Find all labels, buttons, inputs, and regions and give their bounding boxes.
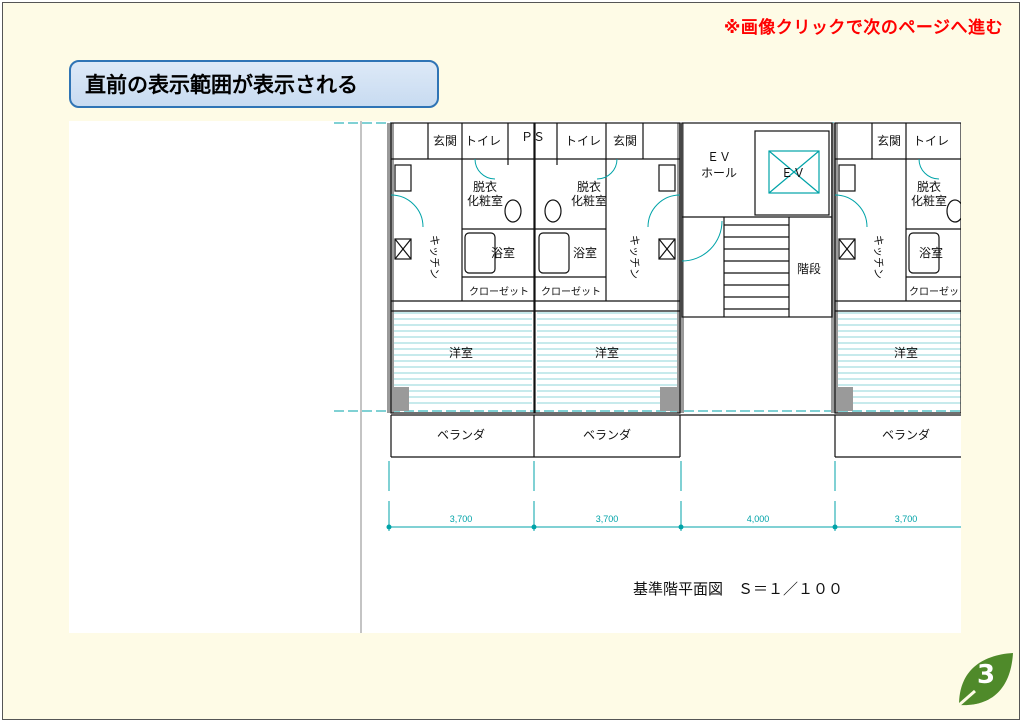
- label-western-room-2: 洋室: [595, 345, 619, 360]
- label-dressing-3b: 化粧室: [911, 193, 947, 208]
- page-number-badge: 3: [953, 651, 1017, 711]
- label-closet-3: クローゼット: [909, 286, 961, 298]
- next-page-hint: ※画像クリックで次のページへ進む: [723, 18, 1003, 38]
- label-western-room-1: 洋室: [449, 345, 473, 360]
- label-ev-hall-2: ホール: [701, 166, 737, 180]
- plan-caption: 基準階平面図 Ｓ＝１／１００: [633, 581, 843, 598]
- floor-plan-canvas[interactable]: 玄関 トイレ ＰＳ トイレ 玄関 ＥＶ ホール ＥＶ 階段 玄関 トイレ 脱衣 …: [69, 121, 961, 633]
- label-entrance-3: 玄関: [877, 133, 901, 148]
- label-stairs: 階段: [797, 261, 821, 276]
- label-kitchen-1: キッチン: [428, 235, 441, 279]
- label-toilet-3: トイレ: [913, 134, 949, 148]
- callout-box: 直前の表示範囲が表示される: [69, 60, 439, 108]
- label-veranda-1: ベランダ: [437, 427, 485, 442]
- label-bathroom-1: 浴室: [491, 245, 515, 260]
- label-dressing-2a: 脱衣: [577, 179, 601, 194]
- slide[interactable]: ※画像クリックで次のページへ進む 直前の表示範囲が表示される 玄関 トイレ ＰＳ…: [2, 2, 1020, 720]
- label-ev: ＥＶ: [781, 166, 805, 180]
- label-closet-2: クローゼット: [541, 286, 601, 298]
- label-entrance-2: 玄関: [613, 133, 637, 148]
- label-veranda-3: ベランダ: [882, 427, 930, 442]
- label-dressing-3a: 脱衣: [917, 179, 941, 194]
- label-western-room-3: 洋室: [894, 345, 918, 360]
- callout-text: 直前の表示範囲が表示される: [85, 73, 358, 97]
- page-number: 3: [977, 660, 996, 690]
- label-veranda-2: ベランダ: [583, 427, 631, 442]
- floor-plan: 玄関 トイレ ＰＳ トイレ 玄関 ＥＶ ホール ＥＶ 階段 玄関 トイレ 脱衣 …: [334, 121, 961, 633]
- label-toilet-1: トイレ: [465, 134, 501, 148]
- dimension-label-1: 3,700: [450, 514, 473, 524]
- label-dressing-2b: 化粧室: [571, 193, 607, 208]
- dimension-label-4: 3,700: [895, 514, 918, 524]
- label-closet-1: クローゼット: [469, 286, 529, 298]
- dimension-label-3: 4,000: [747, 514, 770, 524]
- label-entrance-1: 玄関: [433, 133, 457, 148]
- label-bathroom-3: 浴室: [919, 245, 943, 260]
- label-ps: ＰＳ: [521, 130, 545, 144]
- label-dressing-1b: 化粧室: [467, 193, 503, 208]
- label-ev-hall-1: ＥＶ: [707, 150, 731, 164]
- label-kitchen-2: キッチン: [628, 235, 641, 279]
- label-toilet-2: トイレ: [565, 134, 601, 148]
- label-bathroom-2: 浴室: [573, 245, 597, 260]
- dimension-label-2: 3,700: [596, 514, 619, 524]
- label-kitchen-3: キッチン: [872, 235, 885, 279]
- label-dressing-1a: 脱衣: [473, 179, 497, 194]
